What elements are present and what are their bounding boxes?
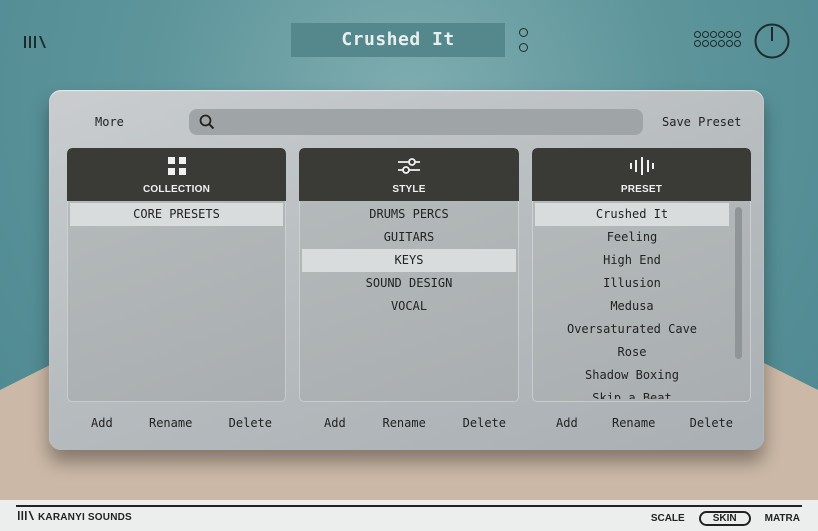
preset-item[interactable]: Illusion: [535, 272, 729, 295]
style-delete-button[interactable]: Delete: [463, 416, 506, 432]
preset-item[interactable]: Medusa: [535, 295, 729, 318]
power-icon[interactable]: [754, 23, 790, 59]
preset-item[interactable]: Crushed It: [535, 203, 729, 226]
style-header: STYLE: [299, 148, 519, 201]
style-item[interactable]: SOUND DESIGN: [302, 272, 516, 295]
preset-actions: Add Rename Delete: [556, 416, 733, 432]
style-item[interactable]: KEYS: [302, 249, 516, 272]
dot-grid-icon[interactable]: [694, 31, 742, 48]
style-item[interactable]: DRUMS PERCS: [302, 203, 516, 226]
preset-item[interactable]: Rose: [535, 341, 729, 364]
collection-column: COLLECTION CORE PRESETS: [67, 148, 286, 402]
collection-delete-button[interactable]: Delete: [229, 416, 272, 432]
preset-item[interactable]: Skip a Beat: [535, 387, 729, 399]
grid-squares-icon: [167, 157, 186, 179]
style-item[interactable]: GUITARS: [302, 226, 516, 249]
skin-button[interactable]: SKIN: [698, 511, 751, 526]
preset-item[interactable]: Feeling: [535, 226, 729, 249]
collection-header: COLLECTION: [67, 148, 286, 201]
search-icon: [199, 114, 215, 134]
collection-title: COLLECTION: [143, 184, 210, 195]
style-item[interactable]: VOCAL: [302, 295, 516, 318]
preset-header: PRESET: [532, 148, 751, 201]
preset-item[interactable]: Oversaturated Cave: [535, 318, 729, 341]
scale-button[interactable]: SCALE: [651, 513, 685, 524]
style-title: STYLE: [392, 184, 426, 195]
preset-item[interactable]: High End: [535, 249, 729, 272]
preset-rename-button[interactable]: Rename: [612, 416, 655, 432]
collection-add-button[interactable]: Add: [91, 416, 113, 432]
sliders-icon: [397, 157, 421, 179]
collection-rename-button[interactable]: Rename: [149, 416, 192, 432]
preset-add-button[interactable]: Add: [556, 416, 578, 432]
vertical-dots-icon[interactable]: [519, 28, 529, 52]
footer-controls: SCALE SKIN MATRA: [651, 511, 800, 526]
preset-title: PRESET: [620, 184, 663, 195]
footer-brand: KARANYI SOUNDS: [18, 511, 132, 523]
preset-scrollbar[interactable]: [735, 207, 742, 359]
preset-item[interactable]: Shadow Boxing: [535, 364, 729, 387]
collection-actions: Add Rename Delete: [91, 416, 272, 432]
style-add-button[interactable]: Add: [324, 416, 346, 432]
style-column: STYLE DRUMS PERCS GUITARS KEYS SOUND DES…: [299, 148, 519, 402]
preset-column: PRESET Crushed It Feeling High End Illus…: [532, 148, 751, 402]
preset-name-display[interactable]: Crushed It: [291, 23, 505, 57]
preset-list: Crushed It Feeling High End Illusion Med…: [532, 201, 751, 399]
collection-item[interactable]: CORE PRESETS: [70, 203, 283, 226]
style-list: DRUMS PERCS GUITARS KEYS SOUND DESIGN VO…: [299, 201, 519, 318]
save-preset-button[interactable]: Save Preset: [662, 115, 741, 129]
search-input[interactable]: [189, 109, 643, 135]
brand-logo-icon: [18, 511, 34, 523]
more-button[interactable]: More: [95, 115, 124, 129]
waveform-icon: [629, 157, 655, 179]
preset-delete-button[interactable]: Delete: [690, 416, 733, 432]
collection-list: CORE PRESETS: [67, 201, 286, 226]
matra-button[interactable]: MATRA: [765, 513, 800, 524]
footer-divider: [16, 505, 802, 507]
style-actions: Add Rename Delete: [324, 416, 506, 432]
brand-name: KARANYI SOUNDS: [38, 511, 132, 523]
style-rename-button[interactable]: Rename: [382, 416, 425, 432]
library-bars-icon[interactable]: [24, 33, 46, 52]
